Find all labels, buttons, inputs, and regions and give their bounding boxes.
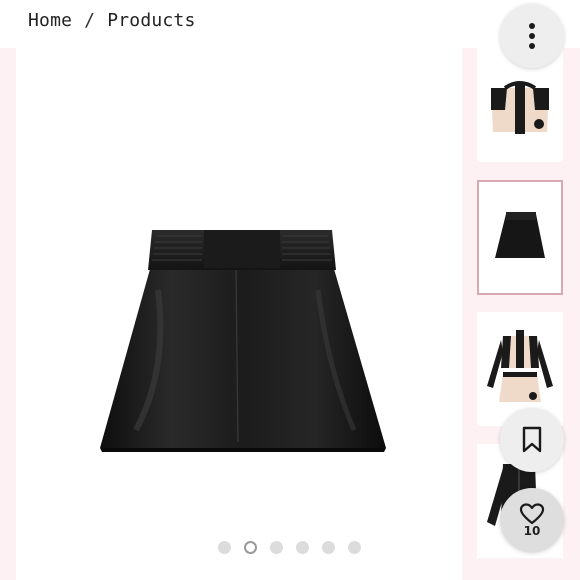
breadcrumb-separator: / [84,9,96,31]
more-options-button[interactable] [500,4,564,68]
thumbnail-outfit-set[interactable] [477,312,563,426]
slide-dot[interactable] [270,541,283,554]
breadcrumb-home-link[interactable]: Home [28,10,72,31]
heart-icon [519,502,545,524]
more-vertical-icon [529,23,535,49]
leather-mini-skirt-image [100,230,386,452]
breadcrumb: Home / Products [28,8,196,32]
slide-dot-active[interactable] [244,541,257,554]
slide-dot[interactable] [296,541,309,554]
slide-indicator [218,541,361,554]
like-count: 10 [523,523,541,538]
main-product-image[interactable] [18,50,454,536]
skirt-thumbnail-image [495,212,545,258]
slide-dot[interactable] [218,541,231,554]
slide-dot[interactable] [322,541,335,554]
like-button[interactable]: 10 [500,488,564,552]
bookmark-button[interactable] [500,408,564,472]
thumbnail-black-skirt[interactable] [477,180,563,295]
slide-dot[interactable] [348,541,361,554]
outfit-set-image [487,330,553,402]
breadcrumb-products-link[interactable]: Products [107,10,195,31]
bookmark-icon [522,426,542,453]
gallery-left-border [0,48,16,580]
